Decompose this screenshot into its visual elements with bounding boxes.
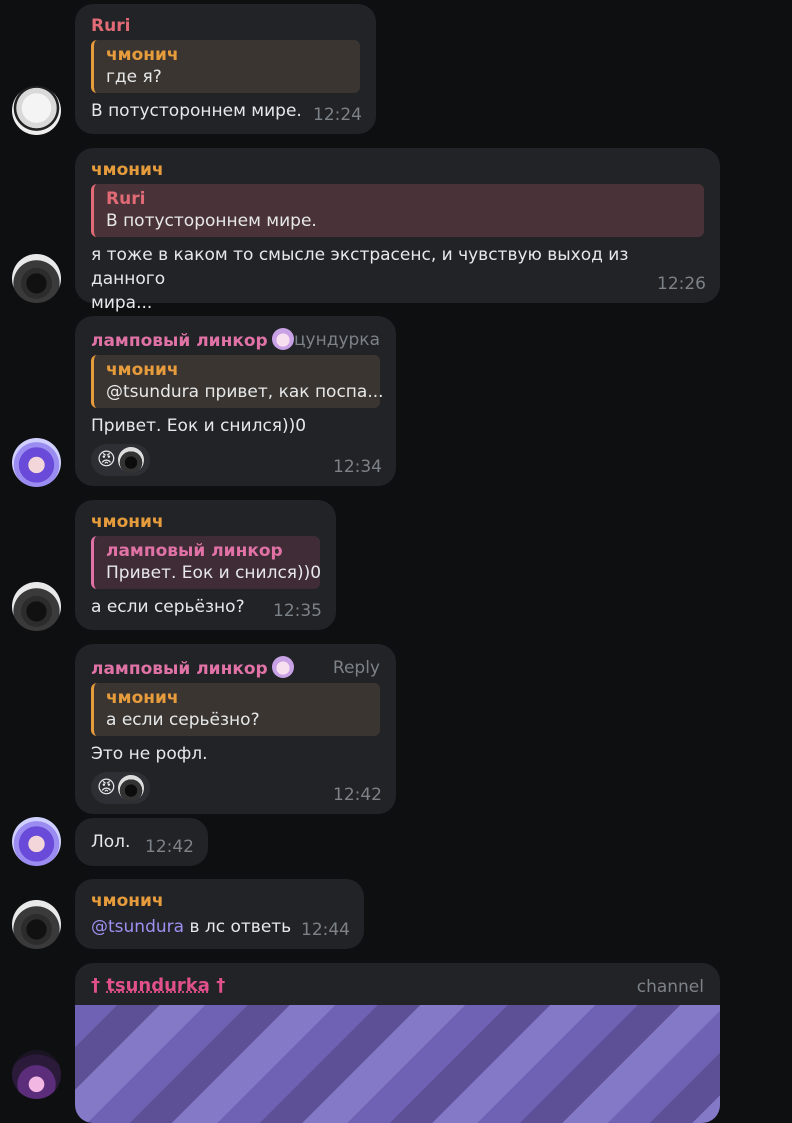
message-4[interactable]: чмонич ламповый линкор Привет. Еок и сни… [75,500,336,630]
reply-sender: чмонич [106,360,179,380]
cross-right: † [209,975,226,996]
sender-name[interactable]: чмонич [91,891,348,911]
message-text: Привет. Еок и снился))0 [91,416,307,436]
message-time: 12:35 [273,601,322,621]
reply-text: где я? [106,67,162,87]
reply-quote[interactable]: чмонич где я? [91,40,360,93]
reply-quote[interactable]: ламповый линкор Привет. Еок и снился))0 [91,536,322,589]
reactor-avatar [117,775,144,801]
reply-sender: Ruri [106,189,146,209]
avatar-lampovy-linkor[interactable] [12,438,61,487]
reaction-chip[interactable]: 😡 [91,772,150,804]
reply-quote[interactable]: чмонич @tsundura привет, как поспа... [91,355,384,408]
sender-name-text: ламповый линкор [91,659,268,679]
message-text-line2: мира... [91,293,153,313]
message-time: 12:26 [657,274,706,294]
avatar-lampovy-linkor[interactable] [12,817,61,866]
channel-title[interactable]: † tsundurka † [91,975,704,996]
message-5[interactable]: ламповый линкор Reply чмонич а если серь… [75,644,396,814]
avatar-chmonich[interactable] [12,900,61,949]
channel-tag: channel [636,977,704,997]
reply-sender: чмонич [106,688,179,708]
reply-text: В потустороннем мире. [106,211,317,231]
message-text-line1: я тоже в каком то смысле экстрасенс, и ч… [91,245,629,289]
message-time: 12:24 [313,105,362,125]
message-time: 12:42 [333,785,382,805]
message-text: Это не рофл. [91,744,208,764]
message-8[interactable]: † tsundurka † channel [75,963,720,1123]
message-2[interactable]: чмонич Ruri В потустороннем мире. я тоже… [75,148,720,313]
sender-name[interactable]: чмонич [91,512,320,532]
message-time: 12:42 [145,837,194,857]
sender-emoji-status-icon [271,656,294,678]
reply-sender: ламповый линкор [106,541,283,561]
avatar-ruri[interactable] [12,86,61,135]
angry-face-icon: 😡 [97,449,116,470]
reply-quote[interactable]: Ruri В потустороннем мире. [91,184,704,237]
reply-quote[interactable]: чмонич а если серьёзно? [91,683,380,736]
message-6[interactable]: Лол. 12:42 [75,818,208,866]
avatar-chmonich[interactable] [12,254,61,303]
post-image[interactable] [75,1005,720,1123]
angry-face-icon: 😡 [97,777,116,798]
message-text-body: в лс ответь [184,917,292,937]
sender-tag: цундурка [293,330,380,350]
reply-sender: чмонич [106,45,179,65]
message-time: 12:34 [333,457,382,477]
reply-text: Привет. Еок и снился))0 [106,563,322,583]
reply-button[interactable]: Reply [333,658,380,678]
channel-name: tsundurka [106,975,210,996]
message-1[interactable]: Ruri чмонич где я? В потустороннем мире.… [75,4,376,134]
message-time: 12:44 [301,920,350,940]
message-7[interactable]: чмонич @tsundura в лс ответь 12:44 [75,879,364,949]
reactor-avatar [117,447,144,473]
sender-name[interactable]: чмонич [91,160,704,180]
cross-left: † [91,975,107,996]
reply-text: а если серьёзно? [106,710,260,730]
avatar-tsundurka-channel[interactable] [12,1050,61,1099]
sender-emoji-status-icon [271,328,294,350]
message-3[interactable]: ламповый линкор цундурка чмонич @tsundur… [75,316,396,486]
sender-name[interactable]: Ruri [91,16,360,36]
mention-link[interactable]: @tsundura [91,917,184,937]
reaction-chip[interactable]: 😡 [91,444,150,476]
sender-name-text: ламповый линкор [91,331,268,351]
avatar-chmonich[interactable] [12,582,61,631]
reply-text: @tsundura привет, как поспа... [106,382,384,402]
